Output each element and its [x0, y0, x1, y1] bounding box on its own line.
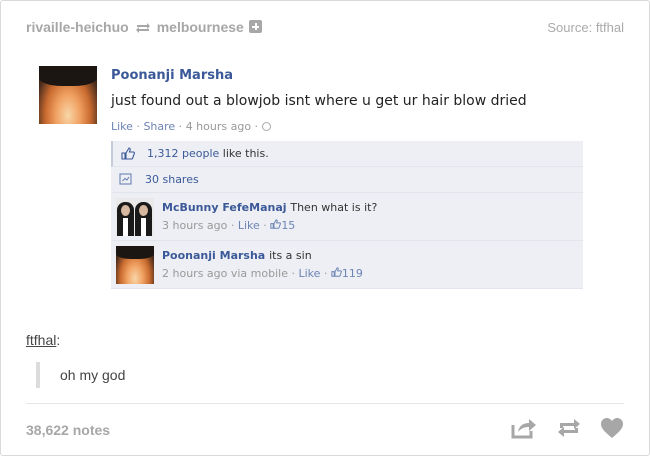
notes-count[interactable]: 38,622 notes [26, 422, 110, 438]
comment-thumbs-up-icon [270, 219, 282, 232]
share-icon[interactable] [511, 417, 537, 444]
comment-text: its a sin [269, 249, 312, 262]
comment-like-link: Like [298, 267, 321, 280]
source-label: Source: [547, 20, 593, 35]
commenter-avatar [116, 246, 154, 284]
likes-suffix: like this. [222, 147, 269, 160]
source-attribution[interactable]: Source: ftfhal [547, 20, 624, 35]
reblog-icon[interactable] [556, 417, 582, 444]
status-text: just found out a blowjob isnt where u ge… [111, 93, 527, 109]
reblog-from-user[interactable]: rivaille-heichuo [26, 19, 129, 35]
comment-like-link: Like [237, 219, 260, 232]
post-actions [497, 417, 624, 441]
reblog-header: rivaille-heichuo melbournese Source: ftfh… [26, 19, 624, 39]
comment-item: Poonanji Marsha its a sin 2 hours ago vi… [111, 241, 583, 289]
share-link: Share [143, 120, 176, 133]
thumbs-up-icon [121, 147, 135, 163]
comment-time: 3 hours ago [162, 219, 228, 232]
comment-likes-count: 119 [341, 267, 363, 280]
shares-row: 30 shares [111, 167, 583, 193]
comment-item: McBunny FefeManaj Then what is it? 3 hou… [111, 193, 583, 241]
comment-time: 2 hours ago via mobile [162, 267, 288, 280]
shares-icon [119, 173, 133, 189]
comment-likes-count: 15 [281, 219, 296, 232]
reblog-commenter: ftfhal: [26, 332, 61, 348]
reblog-arrow-icon [135, 21, 151, 37]
globe-icon [261, 122, 271, 131]
tumblr-post: rivaille-heichuo melbournese Source: ftfh… [0, 0, 650, 456]
comment-author: McBunny FefeManaj [162, 201, 287, 214]
comment-text: Then what is it? [290, 201, 378, 214]
commenter-avatar [116, 198, 154, 236]
post-meta: Like · Share · 4 hours ago · [111, 120, 271, 133]
post-time: 4 hours ago [185, 120, 252, 133]
likes-count: 1,312 people [147, 147, 220, 160]
poster-avatar [39, 66, 97, 124]
feedback-box: 1,312 people like this. 30 shares McBunn… [111, 141, 583, 289]
like-link: Like [111, 120, 133, 133]
footer-divider [26, 403, 624, 404]
shares-count: 30 shares [145, 173, 199, 186]
likes-row: 1,312 people like this. [111, 141, 583, 167]
reblog-commenter-link[interactable]: ftfhal [26, 332, 56, 348]
source-user[interactable]: ftfhal [596, 20, 624, 35]
poster-name: Poonanji Marsha [111, 68, 233, 83]
comment-author: Poonanji Marsha [162, 249, 266, 262]
comment-thumbs-up-icon [331, 267, 342, 280]
like-heart-icon[interactable] [600, 417, 624, 444]
reblog-to-user[interactable]: melbournese [157, 19, 244, 35]
follow-plus-icon[interactable] [248, 20, 262, 33]
reblog-quote: oh my god [36, 362, 125, 388]
